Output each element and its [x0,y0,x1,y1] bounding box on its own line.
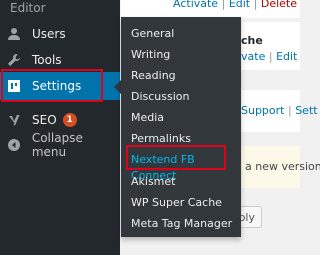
settings-highlight-box [1,69,103,102]
update-notice-text: a new version [245,160,320,173]
sidebar-item-seo[interactable]: SEO 1 [0,106,120,134]
plugin-row-3-actions: Support | Sett [241,104,318,117]
submenu-item-discussion[interactable]: Discussion [131,89,190,105]
sidebar-item-label: Users [32,27,66,41]
notification-badge: 1 [62,113,77,127]
delete-link[interactable]: Delete [261,0,297,10]
submenu-item-media[interactable]: Media [131,110,164,126]
edit-link-2[interactable]: Edit [276,50,297,63]
settings-link[interactable]: Sett [295,104,317,117]
wrench-icon [6,52,22,68]
sidebar-item-label: Collapse menu [31,131,83,159]
nextend-highlight-box [126,145,226,170]
sidebar-item-label: SEO [32,113,57,127]
sidebar-item-collapse-menu[interactable]: Collapse menu [0,131,120,159]
support-link[interactable]: Support [241,104,284,117]
plugin-row-2-actions: vate | Edit [241,50,298,63]
activate-link[interactable]: Activate [173,0,218,10]
settings-flyout-menu: General Writing Reading Discussion Media… [121,17,241,237]
users-icon [6,26,22,42]
collapse-icon [6,137,22,153]
submenu-item-general[interactable]: General [131,26,174,42]
submenu-item-akismet[interactable]: Akismet [131,174,175,190]
admin-sidebar: Editor Users Tools Settings SEO 1 Collap… [0,0,120,255]
sidebar-item-label: Tools [32,53,62,67]
activate-link-2[interactable]: vate [241,50,265,63]
plugin-row-1-actions: Activate | Edit | Delete [173,0,297,10]
submenu-item-wp-super-cache[interactable]: WP Super Cache [131,195,222,211]
sidebar-item-users[interactable]: Users [0,20,120,48]
yoast-icon [6,112,22,128]
submenu-item-reading[interactable]: Reading [131,68,176,84]
submenu-item-writing[interactable]: Writing [131,47,170,63]
submenu-item-meta-tag-manager[interactable]: Meta Tag Manager [131,216,232,232]
sidebar-editor-label[interactable]: Editor [10,1,46,15]
plugin-title-partial: che [241,34,263,47]
edit-link[interactable]: Edit [229,0,250,10]
